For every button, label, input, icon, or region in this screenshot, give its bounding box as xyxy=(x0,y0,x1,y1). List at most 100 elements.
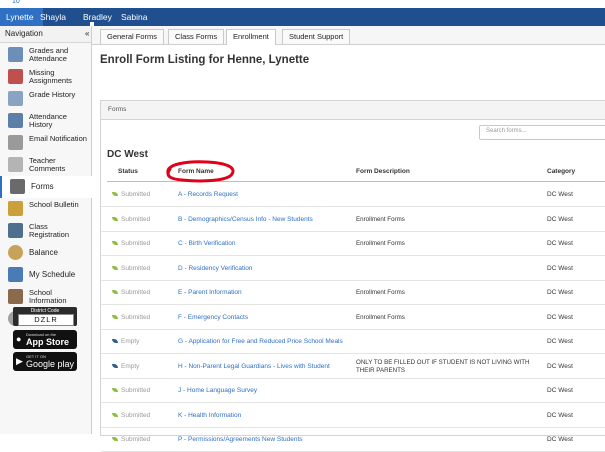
table-row: Submitted D - Residency Verification DC We… xyxy=(101,256,605,281)
table-row: Empty G - Application for Free and Reduce… xyxy=(101,329,605,354)
sidebar-item-label: School Bulletin xyxy=(29,200,79,209)
sidebar-item-label: Balance xyxy=(29,248,58,257)
status-text: Submitted xyxy=(121,289,151,296)
table-row: Submitted E - Parent Information Enrollmen… xyxy=(101,280,605,305)
google-play-badge[interactable]: ▶ GET IT ON Google play xyxy=(13,352,77,371)
sidebar-item-grade-history[interactable]: Grade History xyxy=(0,88,91,110)
sidebar-item-label: Teacher Comments xyxy=(29,156,66,173)
category-cell: DC West xyxy=(547,289,573,296)
status-text: Submitted xyxy=(121,240,151,247)
sidebar-item-teacher-comments[interactable]: Teacher Comments xyxy=(0,154,91,176)
sidebar-item-label: My Schedule xyxy=(29,270,76,279)
schedule-icon xyxy=(8,267,23,282)
table-row: Submitted F - Emergency Contacts Enrollmen… xyxy=(101,305,605,330)
status-text: Empty xyxy=(121,362,140,370)
column-header-status[interactable]: Status xyxy=(118,168,138,175)
student-tab-shayla[interactable]: Shayla xyxy=(34,8,72,26)
form-name-link[interactable]: E - Parent Information xyxy=(178,289,242,296)
tab-enrollment[interactable]: Enrollment xyxy=(226,29,276,45)
bulletin-icon xyxy=(8,201,23,216)
status-cell: Empty xyxy=(112,338,139,345)
category-cell: DC West xyxy=(547,362,573,370)
leaf-icon xyxy=(112,412,118,417)
search-input[interactable]: Search forms... xyxy=(479,125,605,140)
form-name-link[interactable]: J - Home Language Survey xyxy=(178,387,257,394)
sidebar-item-forms[interactable]: Forms xyxy=(0,176,93,198)
sidebar-item-my-schedule[interactable]: My Schedule xyxy=(0,264,91,286)
sidebar-item-email-notification[interactable]: Email Notification xyxy=(0,132,91,154)
form-name-link[interactable]: K - Health Information xyxy=(178,412,241,419)
status-text: Submitted xyxy=(121,436,151,443)
attendance-history-icon xyxy=(8,113,23,128)
form-description-cell: Enrollment Forms xyxy=(356,289,405,296)
status-cell: Submitted xyxy=(112,265,150,272)
form-name-link[interactable]: D - Residency Verification xyxy=(178,265,252,272)
leaf-icon xyxy=(112,339,118,344)
grade-history-icon xyxy=(8,91,23,106)
app-store-big-text: App Store xyxy=(26,337,70,347)
form-name-link[interactable]: F - Emergency Contacts xyxy=(178,314,248,321)
category-cell: DC West xyxy=(547,313,573,321)
student-switcher-bar: Lynette Shayla Bradley Sabina xyxy=(0,8,605,26)
top-strip: 10 xyxy=(0,0,605,8)
collapse-icon[interactable]: « xyxy=(85,29,89,38)
sidebar-item-balance[interactable]: Balance xyxy=(0,242,91,264)
status-cell: Empty xyxy=(112,363,139,370)
form-description-cell: Enrollment Forms xyxy=(356,313,405,321)
page-title: Enroll Form Listing for Henne, Lynette xyxy=(100,54,310,66)
table-row: Submitted P - Permissions/Agreements New … xyxy=(101,427,605,452)
column-header-category[interactable]: Category xyxy=(547,168,575,175)
leaf-icon xyxy=(112,290,118,295)
sidebar-item-label: Grade History xyxy=(29,90,76,99)
comments-icon xyxy=(8,157,23,172)
student-tab-bradley[interactable]: Bradley xyxy=(77,8,118,26)
category-cell: DC West xyxy=(547,338,573,345)
sidebar-item-label: Forms xyxy=(31,182,54,191)
play-icon: ▶ xyxy=(16,356,23,366)
form-name-link[interactable]: C - Birth Verification xyxy=(178,240,235,247)
form-name-link[interactable]: P - Permissions/Agreements New Students xyxy=(178,436,303,443)
leaf-icon xyxy=(112,363,118,368)
table-row: Submitted B - Demographics/Census Info - … xyxy=(101,207,605,232)
column-header-description[interactable]: Form Description xyxy=(356,168,410,175)
sidebar-item-class-registration[interactable]: Class Registration xyxy=(0,220,91,242)
table-row: Submitted K - Health Information DC West xyxy=(101,403,605,428)
form-name-link[interactable]: H - Non-Parent Legal Guardians - Lives w… xyxy=(178,363,330,370)
category-cell: DC West xyxy=(547,215,573,223)
tab-class-forms[interactable]: Class Forms xyxy=(168,29,225,44)
app-store-badge[interactable]: ● Download on the App Store xyxy=(13,330,77,349)
search-placeholder: Search forms... xyxy=(486,128,527,134)
sidebar-item-label: Email Notification xyxy=(29,134,87,143)
table-row: Empty H - Non-Parent Legal Guardians - Li… xyxy=(101,354,605,379)
leaf-icon xyxy=(112,437,118,442)
form-name-link[interactable]: G - Application for Free and Reduced Pri… xyxy=(178,338,343,345)
sidebar-item-missing-assignments[interactable]: Missing Assignments xyxy=(0,66,91,88)
tab-general-forms[interactable]: General Forms xyxy=(100,29,165,44)
status-cell: Submitted xyxy=(112,191,150,198)
apple-icon: ● xyxy=(16,334,22,344)
section-title: DC West xyxy=(107,149,148,160)
tab-student-support[interactable]: Student Support xyxy=(282,29,351,44)
forms-icon xyxy=(10,179,25,194)
sidebar-item-school-bulletin[interactable]: School Bulletin xyxy=(0,198,91,220)
district-code-badge: District Code DZLR xyxy=(13,307,77,326)
status-text: Submitted xyxy=(121,387,151,394)
category-cell: DC West xyxy=(547,411,573,419)
email-icon xyxy=(8,135,23,150)
forms-panel: Forms Search forms... DC West Status For… xyxy=(100,100,605,452)
form-name-link[interactable]: A - Records Request xyxy=(178,191,238,198)
table-row: Submitted A - Records Request DC West xyxy=(101,182,605,207)
leaf-icon xyxy=(112,388,118,393)
status-text: Submitted xyxy=(121,191,151,198)
form-category-tabs: General Forms Class Forms Enrollment Stu… xyxy=(92,26,605,45)
school-info-icon xyxy=(8,289,23,304)
sidebar-item-grades-and-attendance[interactable]: Grades and Attendance xyxy=(0,44,91,66)
sidebar-item-school-information[interactable]: School Information xyxy=(0,286,91,308)
category-cell: DC West xyxy=(547,240,573,247)
status-cell: Submitted xyxy=(112,387,150,394)
registration-icon xyxy=(8,223,23,238)
sidebar-item-attendance-history[interactable]: Attendance History xyxy=(0,110,91,132)
form-name-link[interactable]: B - Demographics/Census Info - New Stude… xyxy=(178,216,313,223)
district-code-value: DZLR xyxy=(18,314,74,326)
student-tab-sabina[interactable]: Sabina xyxy=(115,8,153,26)
